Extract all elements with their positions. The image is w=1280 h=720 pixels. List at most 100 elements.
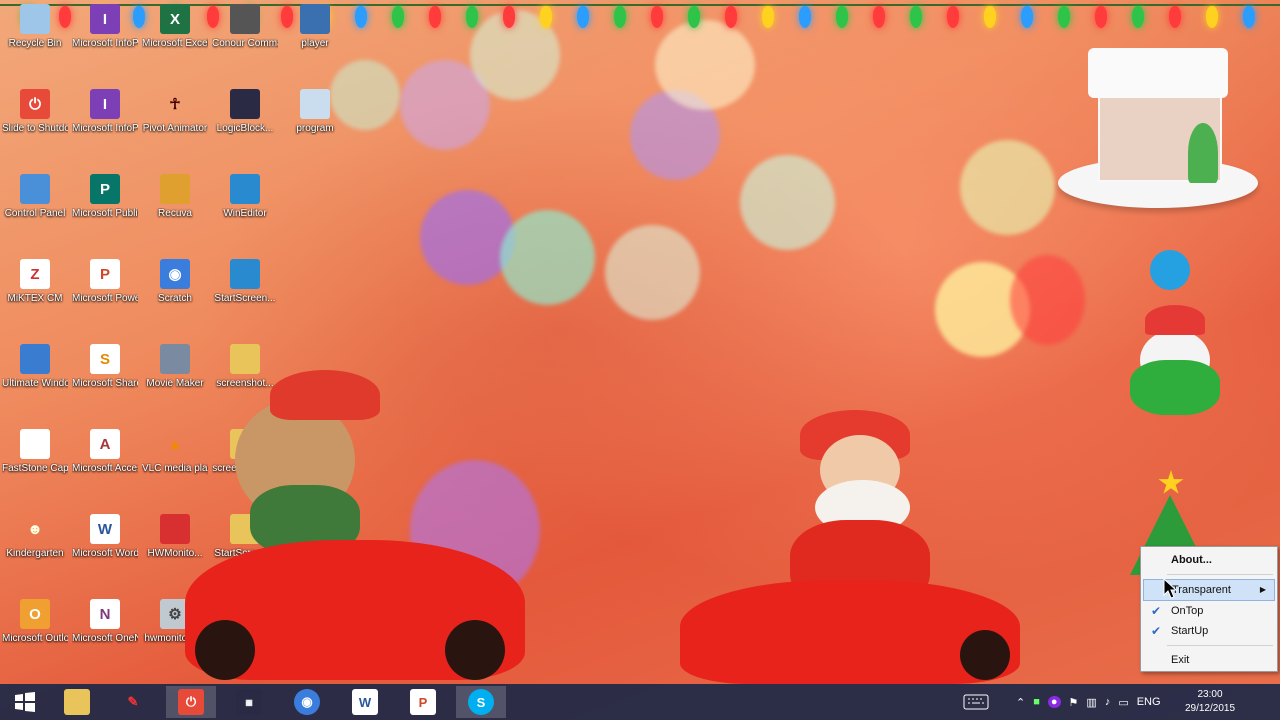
language-indicator[interactable]: ENG [1137, 696, 1161, 708]
program-icon [300, 89, 330, 119]
mouse-cursor-icon [1163, 578, 1177, 599]
light-bulb-icon [1243, 6, 1255, 28]
desktop-icon-control-panel[interactable]: Control Panel [2, 174, 68, 220]
desktop-icon-label: MiKTEX CM [7, 293, 63, 304]
chevron-up-icon[interactable]: ⌃ [1016, 696, 1025, 709]
outlook-icon: O [20, 599, 50, 629]
desktop-icon-commander[interactable]: Conour Commander [212, 4, 278, 50]
desktop-icon-window[interactable]: WinEditor [212, 174, 278, 220]
flag-icon[interactable]: ⚑ [1069, 696, 1079, 709]
light-bulb-icon [355, 6, 367, 28]
powerpoint-icon: P [90, 259, 120, 289]
desktop-icon-label: Recycle Bin [8, 38, 62, 49]
taskbar-shutdown[interactable]: ⏻ [166, 686, 216, 718]
submenu-arrow-icon: ▶ [1259, 585, 1266, 594]
commander-icon [230, 4, 260, 34]
desktop-icon-label: Slide to Shutdown [2, 123, 68, 134]
windows-logo-icon [15, 692, 35, 712]
menu-item-exit[interactable]: Exit [1141, 650, 1277, 670]
start-icon: ▦ [236, 689, 262, 715]
taskbar: ✎ ⏻ ▦ ◉ W P S ⌃ ■ ● ⚑ ▥ ♪ ▭ ENG 23:00 29… [0, 684, 1280, 720]
desktop-icon-logic[interactable]: LogicBlock... [212, 89, 278, 135]
sharepoint-icon: S [90, 344, 120, 374]
taskbar-powerpoint[interactable]: P [398, 686, 448, 718]
faststone-icon [20, 429, 50, 459]
desktop-icon-program[interactable]: program [282, 89, 348, 135]
light-bulb-icon [540, 6, 552, 28]
recycle-bin-icon [20, 4, 50, 34]
desktop-icon-miktex[interactable]: Z MiKTEX CM [2, 259, 68, 305]
desktop-icon-label: Microsoft Publish... [72, 208, 138, 219]
network-icon[interactable]: ▥ [1086, 696, 1096, 709]
desktop-icon-recycle-bin[interactable]: Recycle Bin [2, 4, 68, 50]
menu-item-ontop[interactable]: ✔ OnTop [1141, 601, 1277, 621]
light-bulb-icon [799, 6, 811, 28]
desktop-icon-label: Conour Commander [212, 38, 278, 49]
battery-icon[interactable]: ▭ [1118, 696, 1128, 709]
app-tray-icon[interactable]: ● [1047, 696, 1061, 708]
globe-icon: ◉ [160, 259, 190, 289]
desktop-icon-power[interactable]: ⏻ Slide to Shutdown [2, 89, 68, 135]
desktop-icon-skull[interactable]: ☻ Kindergarten [2, 514, 68, 560]
desktop-icon-sharepoint[interactable]: S Microsoft SharePoi... [72, 344, 138, 390]
infopath-icon: I [90, 89, 120, 119]
touch-keyboard-button[interactable] [956, 686, 996, 718]
taskbar-explorer[interactable] [52, 686, 102, 718]
security-icon[interactable]: ■ [1033, 696, 1040, 708]
desktop-icon-stickman[interactable]: ☥ Pivot Animator [142, 89, 208, 135]
desktop-icon-label: Kindergarten [6, 548, 64, 559]
clock[interactable]: 23:00 29/12/2015 [1180, 688, 1240, 716]
light-bulb-icon [910, 6, 922, 28]
desktop-icon-infopath[interactable]: I Microsoft InfoPat... [72, 89, 138, 135]
desktop-icon-publisher[interactable]: P Microsoft Publish... [72, 174, 138, 220]
desktop-icon-word[interactable]: W Microsoft Word 2010 [72, 514, 138, 560]
miktex-icon: Z [20, 259, 50, 289]
menu-item-about[interactable]: About... [1141, 550, 1277, 570]
recuva-icon [160, 174, 190, 204]
publisher-icon: P [90, 174, 120, 204]
desktop-icon-recuva[interactable]: Recuva [142, 174, 208, 220]
desktop-icon-player[interactable]: player [282, 4, 348, 50]
desktop-icon-ultimate[interactable]: Ultimate Windows... [2, 344, 68, 390]
light-bulb-icon [873, 6, 885, 28]
desktop-icon-onenote[interactable]: N Microsoft OneNot... [72, 599, 138, 645]
taskbar-browser[interactable]: ◉ [282, 686, 332, 718]
desktop-icon-label: Microsoft SharePoi... [72, 378, 138, 389]
light-bulb-icon [1132, 6, 1144, 28]
logic-icon [230, 89, 260, 119]
light-bulb-icon [503, 6, 515, 28]
window-icon [230, 174, 260, 204]
taskbar-word[interactable]: W [340, 686, 390, 718]
bokeh-light [1010, 255, 1085, 345]
desktop-icon-faststone[interactable]: FastStone Capture [2, 429, 68, 475]
desktop-icon-globe[interactable]: ◉ Scratch [142, 259, 208, 305]
light-bulb-icon [1058, 6, 1070, 28]
clock-date: 29/12/2015 [1184, 703, 1236, 714]
volume-icon[interactable]: ♪ [1105, 696, 1111, 708]
keyboard-icon [963, 694, 989, 710]
folder-icon [64, 689, 90, 715]
desktop-icon-powerpoint[interactable]: P Microsoft PowerPoi... [72, 259, 138, 305]
bokeh-light [500, 210, 595, 305]
taskbar-start-screen[interactable]: ▦ [224, 686, 274, 718]
desktop-icon-label: Scratch [158, 293, 192, 304]
globe-icon: ◉ [294, 689, 320, 715]
word-icon: W [352, 689, 378, 715]
desktop-icon-infopath[interactable]: I Microsoft InfoPat... [72, 4, 138, 50]
word-icon: W [90, 514, 120, 544]
system-tray: ⌃ ■ ● ⚑ ▥ ♪ ▭ ENG [1016, 684, 1169, 720]
desktop-icon-label: Microsoft Excel 2010 [142, 38, 208, 49]
start-button[interactable] [0, 686, 50, 718]
check-icon: ✔ [1151, 624, 1162, 638]
taskbar-skype[interactable]: S [456, 686, 506, 718]
desktop-icon-outlook[interactable]: O Microsoft Outlook 2010 [2, 599, 68, 645]
menu-item-startup[interactable]: ✔ StartUp [1141, 621, 1277, 641]
desktop-icon-excel[interactable]: X Microsoft Excel 2010 [142, 4, 208, 50]
window-icon [230, 259, 260, 289]
power-icon: ⏻ [20, 89, 50, 119]
ultimate-icon [20, 344, 50, 374]
light-bulb-icon [725, 6, 737, 28]
taskbar-paint[interactable]: ✎ [108, 686, 158, 718]
desktop-icon-access[interactable]: A Microsoft Access 2010 [72, 429, 138, 475]
desktop-icon-window[interactable]: StartScreen... [212, 259, 278, 305]
